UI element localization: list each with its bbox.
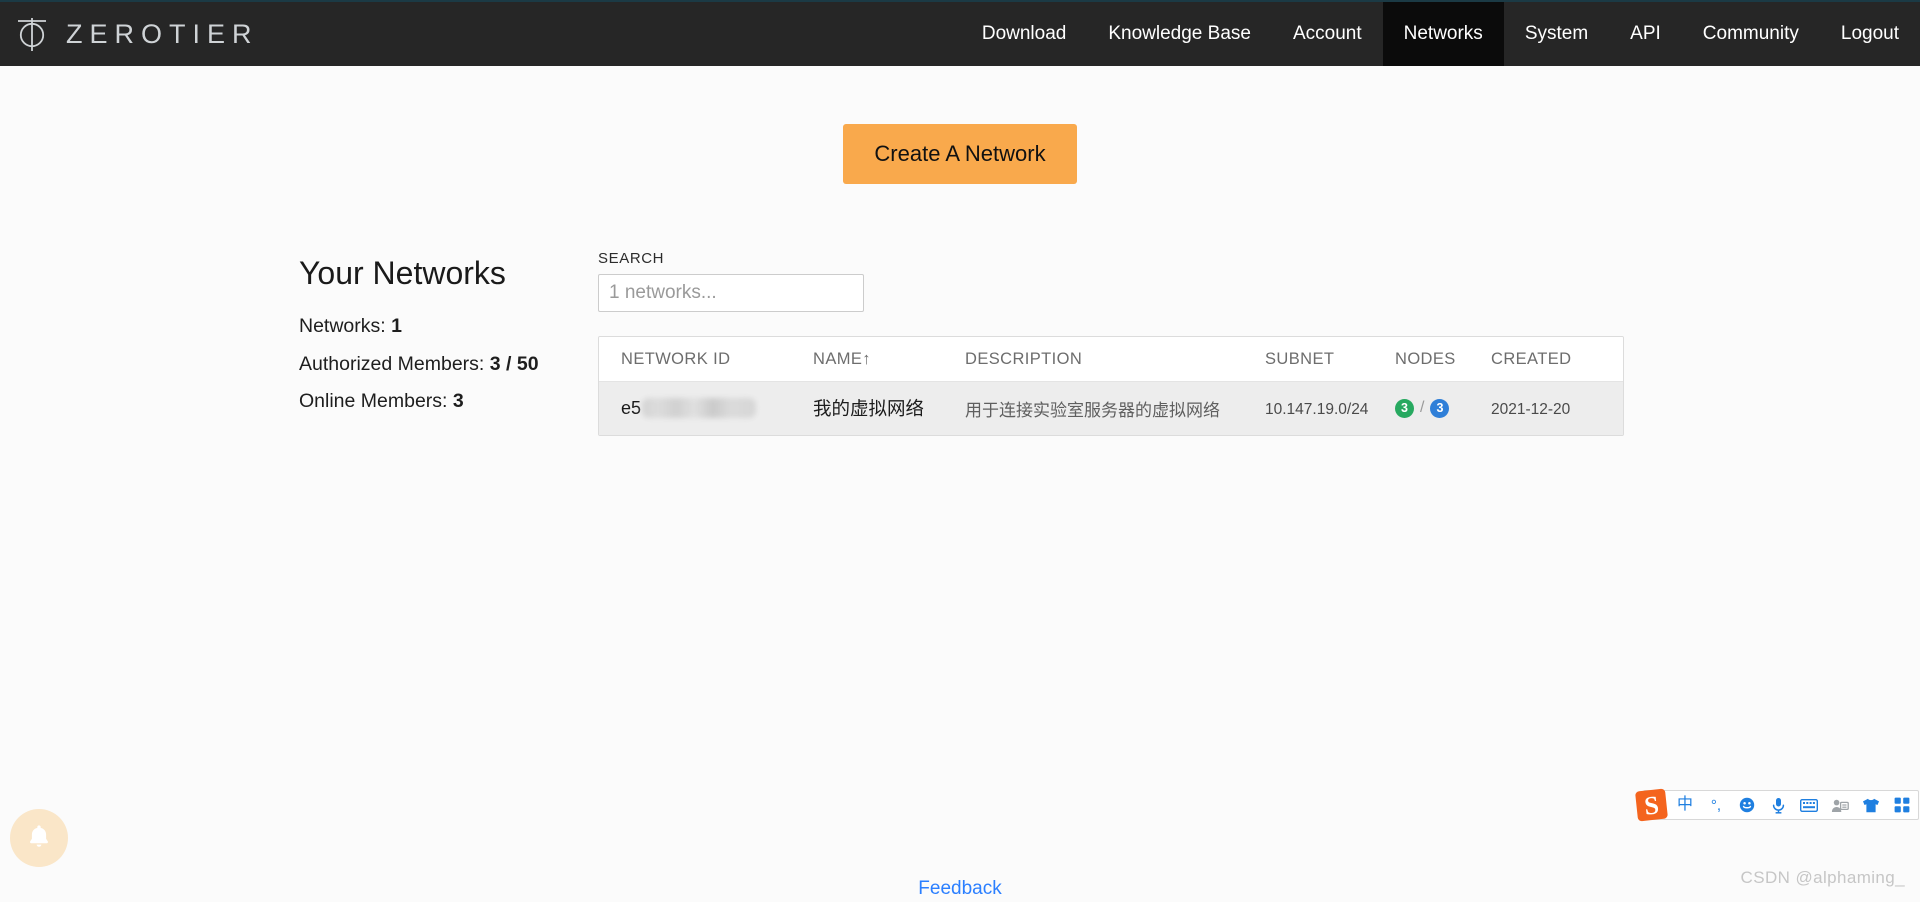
column-header-created[interactable]: CREATED [1491, 337, 1623, 382]
cell-network-description: 用于连接实验室服务器的虚拟网络 [965, 381, 1265, 435]
nav-item-system[interactable]: System [1504, 2, 1609, 66]
summary-authorized-value: 3 / 50 [489, 352, 539, 375]
summary-networks-label: Networks: [299, 315, 386, 338]
networks-content: Your Networks Networks: 1 Authorized Mem… [0, 184, 1920, 436]
svg-text:S: S [1643, 790, 1660, 820]
column-header-nodes[interactable]: NODES [1395, 337, 1491, 382]
nav-item-api[interactable]: API [1609, 2, 1682, 66]
search-label: SEARCH [598, 250, 665, 267]
network-id-redacted-mask [642, 398, 757, 418]
nav-item-knowledge-base[interactable]: Knowledge Base [1087, 2, 1272, 66]
nav-item-download[interactable]: Download [961, 2, 1088, 66]
ime-toolbox-icon[interactable] [1893, 796, 1911, 814]
cell-network-name: 我的虚拟网络 [813, 381, 965, 435]
summary-authorized-row: Authorized Members: 3 / 50 [299, 351, 598, 377]
network-name-text: 我的虚拟网络 [813, 398, 925, 419]
primary-nav: Download Knowledge Base Account Networks… [961, 2, 1920, 66]
column-header-subnet[interactable]: SUBNET [1265, 337, 1395, 382]
feedback-link[interactable]: Feedback [918, 878, 1001, 900]
table-header-row: NETWORK ID NAME↑ DESCRIPTION SUBNET NODE… [599, 337, 1623, 382]
page-body: Create A Network Your Networks Networks:… [0, 66, 1920, 902]
networks-table: NETWORK ID NAME↑ DESCRIPTION SUBNET NODE… [599, 337, 1623, 435]
page-title: Your Networks [299, 255, 506, 291]
cell-network-nodes: 3 / 3 [1395, 381, 1491, 435]
ime-skin-icon[interactable] [1862, 796, 1880, 814]
networks-table-head: NETWORK ID NAME↑ DESCRIPTION SUBNET NODE… [599, 337, 1623, 382]
nav-item-account[interactable]: Account [1272, 2, 1383, 66]
sogou-logo-icon[interactable]: S [1634, 787, 1670, 823]
ime-soft-keyboard-icon[interactable] [1800, 796, 1818, 814]
summary-online-label: Online Members: [299, 389, 448, 412]
cell-network-subnet: 10.147.19.0/24 [1265, 381, 1395, 435]
network-created-text: 2021-12-20 [1491, 400, 1571, 418]
networks-summary-panel: Your Networks Networks: 1 Authorized Mem… [299, 250, 598, 425]
bell-icon [26, 823, 52, 854]
nav-item-logout[interactable]: Logout [1820, 2, 1920, 66]
nodes-total-badge: 3 [1430, 398, 1450, 418]
cell-network-created: 2021-12-20 [1491, 381, 1623, 435]
summary-online-value: 3 [452, 389, 464, 412]
ime-emoji-icon[interactable] [1738, 796, 1756, 814]
table-row[interactable]: e5 我的虚拟网络 用于连接实验室服务器的虚拟网络 10.147.19.0/24… [599, 381, 1623, 435]
nodes-online-badge: 3 [1395, 398, 1414, 418]
network-description-text: 用于连接实验室服务器的虚拟网络 [965, 400, 1220, 420]
summary-networks-row: Networks: 1 [299, 313, 598, 339]
create-network-button[interactable]: Create A Network [843, 124, 1077, 184]
summary-authorized-label: Authorized Members: [299, 352, 485, 375]
summary-networks-value: 1 [391, 315, 402, 338]
page-footer: Feedback [0, 862, 1920, 902]
notification-bell-button[interactable] [10, 809, 68, 867]
summary-online-row: Online Members: 3 [299, 388, 598, 414]
zerotier-logo-icon [14, 14, 50, 54]
brand-home-link[interactable]: ZEROTIER [0, 2, 259, 66]
networks-table-container: NETWORK ID NAME↑ DESCRIPTION SUBNET NODE… [598, 336, 1624, 436]
nodes-separator: / [1420, 399, 1425, 416]
nav-item-networks[interactable]: Networks [1382, 2, 1504, 66]
csdn-watermark: CSDN @alphaming_ [1740, 868, 1905, 887]
ime-punctuation-mode-icon[interactable]: °, [1707, 796, 1725, 814]
ime-voice-input-icon[interactable] [1769, 796, 1787, 814]
search-input[interactable] [598, 274, 864, 312]
nav-item-community[interactable]: Community [1682, 2, 1820, 66]
networks-table-area: SEARCH NETWORK ID NAME↑ DESCRIPTION SUBN… [598, 250, 1624, 436]
column-header-description[interactable]: DESCRIPTION [965, 337, 1265, 382]
column-header-network-id[interactable]: NETWORK ID [599, 337, 813, 382]
top-navigation-bar: ZEROTIER Download Knowledge Base Account… [0, 0, 1920, 66]
network-subnet-text: 10.147.19.0/24 [1265, 400, 1369, 418]
ime-chinese-mode-icon[interactable]: 中 [1676, 796, 1694, 814]
brand-name: ZEROTIER [66, 18, 259, 49]
network-id-visible-prefix: e5 [621, 397, 642, 418]
cell-network-id[interactable]: e5 [599, 381, 813, 435]
ime-user-card-icon[interactable] [1831, 796, 1849, 814]
create-network-area: Create A Network [0, 66, 1920, 184]
column-header-name[interactable]: NAME↑ [813, 337, 965, 382]
networks-table-body: e5 我的虚拟网络 用于连接实验室服务器的虚拟网络 10.147.19.0/24… [599, 381, 1623, 435]
sogou-ime-toolbar[interactable]: S 中 °, [1635, 788, 1919, 822]
